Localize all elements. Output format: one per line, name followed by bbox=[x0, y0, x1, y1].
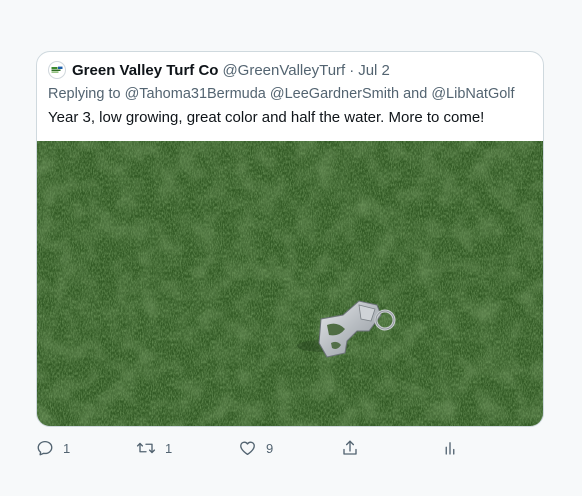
retweet-count: 1 bbox=[165, 440, 173, 456]
analytics-button[interactable] bbox=[442, 434, 458, 462]
mention-link[interactable]: @LeeGardnerSmith bbox=[270, 86, 399, 102]
share-button[interactable] bbox=[341, 434, 359, 462]
tweet-date[interactable]: Jul 2 bbox=[358, 62, 390, 79]
retweet-icon bbox=[136, 442, 156, 454]
like-count: 9 bbox=[266, 440, 274, 456]
tweet-header: Green Valley Turf Co @GreenValleyTurf · … bbox=[48, 61, 533, 79]
analytics-icon bbox=[445, 442, 455, 455]
tweet-actions-bar: 1 1 9 bbox=[36, 434, 544, 462]
reply-icon bbox=[37, 440, 53, 456]
mention-link[interactable]: @Tahoma31Bermuda bbox=[125, 86, 266, 102]
tweet-card[interactable]: Green Valley Turf Co @GreenValleyTurf · … bbox=[36, 51, 544, 427]
separator-dot: · bbox=[349, 61, 355, 79]
mention-link[interactable]: @LibNatGolf bbox=[431, 86, 514, 102]
and-word: and bbox=[403, 86, 428, 102]
reply-count: 1 bbox=[63, 440, 71, 456]
tweet-text: Year 3, low growing, great color and hal… bbox=[48, 109, 485, 126]
grass-photo-image bbox=[37, 141, 543, 426]
reply-button[interactable]: 1 bbox=[36, 434, 70, 462]
user-handle[interactable]: @GreenValleyTurf bbox=[222, 62, 345, 79]
heart-icon bbox=[240, 441, 255, 456]
green-valley-logo-icon bbox=[51, 66, 63, 74]
tweet-photo[interactable] bbox=[37, 141, 543, 426]
retweet-button[interactable]: 1 bbox=[136, 434, 172, 462]
display-name[interactable]: Green Valley Turf Co bbox=[72, 62, 218, 79]
like-button[interactable]: 9 bbox=[238, 434, 273, 462]
share-icon bbox=[343, 440, 357, 455]
avatar[interactable] bbox=[48, 61, 66, 79]
replying-to-line: Replying to @Tahoma31Bermuda @LeeGardner… bbox=[48, 86, 535, 102]
replying-to-label: Replying to bbox=[48, 86, 121, 102]
